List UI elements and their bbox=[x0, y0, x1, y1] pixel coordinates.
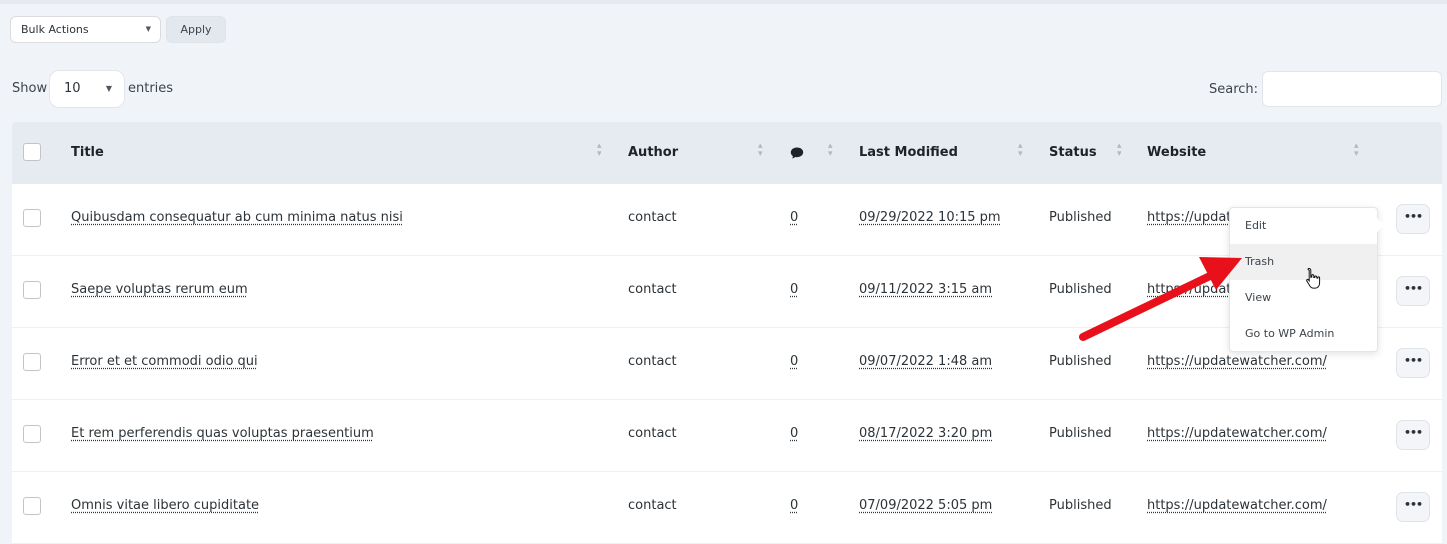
website-link[interactable]: https://updat bbox=[1147, 210, 1231, 225]
row-actions-button[interactable]: ••• bbox=[1396, 420, 1430, 450]
post-title-link[interactable]: Et rem perferendis quas voluptas praesen… bbox=[71, 426, 374, 441]
chevron-down-icon: ▼ bbox=[145, 25, 151, 33]
sort-icon[interactable]: ▴ ▾ bbox=[1117, 142, 1122, 159]
sort-icon[interactable]: ▴ ▾ bbox=[597, 142, 602, 159]
website-link[interactable]: https://updat bbox=[1147, 282, 1231, 297]
last-modified-cell: 09/29/2022 10:15 pm bbox=[859, 210, 1001, 225]
chevron-down-icon: ▼ bbox=[105, 84, 112, 93]
row-checkbox[interactable] bbox=[23, 281, 41, 299]
row-actions-button[interactable]: ••• bbox=[1396, 492, 1430, 522]
table-row: Saepe voluptas rerum eum contact 0 09/11… bbox=[12, 256, 1442, 328]
author-cell: contact bbox=[628, 210, 677, 225]
row-checkbox[interactable] bbox=[23, 497, 41, 515]
table-row: Error et et commodi odio qui contact 0 0… bbox=[12, 328, 1442, 400]
comments-count-link[interactable]: 0 bbox=[790, 210, 798, 225]
column-last-modified[interactable]: Last Modified bbox=[859, 145, 958, 160]
table-row: Omnis vitae libero cupiditate contact 0 … bbox=[12, 472, 1442, 544]
row-checkbox[interactable] bbox=[23, 209, 41, 227]
comments-count-link[interactable]: 0 bbox=[790, 498, 798, 513]
menu-pointer bbox=[1377, 218, 1384, 232]
row-actions-button[interactable]: ••• bbox=[1396, 204, 1430, 234]
table-header: Title ▴ ▾ Author ▴ ▾ ▴ ▾ Last Modified ▴ ▾ S… bbox=[12, 122, 1442, 184]
comment-icon[interactable] bbox=[790, 145, 804, 164]
column-website[interactable]: Website bbox=[1147, 145, 1206, 160]
website-link[interactable]: https://updatewatcher.com/ bbox=[1147, 354, 1327, 369]
sort-icon[interactable]: ▴ ▾ bbox=[758, 142, 763, 159]
entries-label: entries bbox=[128, 81, 174, 96]
comments-count-link[interactable]: 0 bbox=[790, 426, 798, 441]
status-cell: Published bbox=[1049, 498, 1112, 513]
row-actions-menu: Edit Trash View Go to WP Admin bbox=[1229, 207, 1384, 352]
table-row: Et rem perferendis quas voluptas praesen… bbox=[12, 400, 1442, 472]
row-checkbox[interactable] bbox=[23, 425, 41, 443]
sort-icon[interactable]: ▴ ▾ bbox=[1018, 142, 1023, 159]
post-title-link[interactable]: Error et et commodi odio qui bbox=[71, 354, 258, 369]
post-title-link[interactable]: Quibusdam consequatur ab cum minima natu… bbox=[71, 210, 403, 225]
entries-per-page-select[interactable]: 10 ▼ bbox=[49, 70, 125, 108]
last-modified-cell: 08/17/2022 3:20 pm bbox=[859, 426, 993, 441]
column-title[interactable]: Title bbox=[71, 145, 104, 160]
sort-icon[interactable]: ▴ ▾ bbox=[828, 142, 833, 159]
menu-item-trash[interactable]: Trash bbox=[1230, 244, 1377, 280]
bulk-actions-select[interactable]: Bulk Actions ▼ bbox=[10, 16, 161, 43]
last-modified-cell: 09/11/2022 3:15 am bbox=[859, 282, 993, 297]
table-row: Quibusdam consequatur ab cum minima natu… bbox=[12, 184, 1442, 256]
select-all-checkbox[interactable] bbox=[23, 143, 41, 161]
apply-button[interactable]: Apply bbox=[166, 16, 226, 43]
menu-item-go-to-wp-admin[interactable]: Go to WP Admin bbox=[1230, 316, 1377, 352]
post-title-link[interactable]: Omnis vitae libero cupiditate bbox=[71, 498, 259, 513]
menu-item-edit[interactable]: Edit bbox=[1230, 208, 1377, 244]
menu-item-view[interactable]: View bbox=[1230, 280, 1377, 316]
bulk-actions-label: Bulk Actions bbox=[21, 23, 89, 36]
last-modified-cell: 07/09/2022 5:05 pm bbox=[859, 498, 993, 513]
posts-table: Title ▴ ▾ Author ▴ ▾ ▴ ▾ Last Modified ▴ ▾ S… bbox=[12, 122, 1442, 544]
row-checkbox[interactable] bbox=[23, 353, 41, 371]
top-border bbox=[0, 0, 1447, 4]
column-status[interactable]: Status bbox=[1049, 145, 1097, 160]
row-actions-button[interactable]: ••• bbox=[1396, 276, 1430, 306]
search-input[interactable] bbox=[1262, 71, 1442, 107]
show-label: Show bbox=[12, 81, 48, 96]
status-cell: Published bbox=[1049, 426, 1112, 441]
post-title-link[interactable]: Saepe voluptas rerum eum bbox=[71, 282, 248, 297]
column-author[interactable]: Author bbox=[628, 145, 678, 160]
author-cell: contact bbox=[628, 426, 677, 441]
website-link[interactable]: https://updatewatcher.com/ bbox=[1147, 498, 1327, 513]
website-link[interactable]: https://updatewatcher.com/ bbox=[1147, 426, 1327, 441]
sort-icon[interactable]: ▴ ▾ bbox=[1354, 142, 1359, 159]
comments-count-link[interactable]: 0 bbox=[790, 354, 798, 369]
comments-count-link[interactable]: 0 bbox=[790, 282, 798, 297]
status-cell: Published bbox=[1049, 282, 1112, 297]
status-cell: Published bbox=[1049, 210, 1112, 225]
author-cell: contact bbox=[628, 282, 677, 297]
last-modified-cell: 09/07/2022 1:48 am bbox=[859, 354, 993, 369]
status-cell: Published bbox=[1049, 354, 1112, 369]
author-cell: contact bbox=[628, 354, 677, 369]
search-label: Search: bbox=[1209, 82, 1259, 97]
entries-per-page-value: 10 bbox=[64, 81, 81, 96]
row-actions-button[interactable]: ••• bbox=[1396, 348, 1430, 378]
author-cell: contact bbox=[628, 498, 677, 513]
